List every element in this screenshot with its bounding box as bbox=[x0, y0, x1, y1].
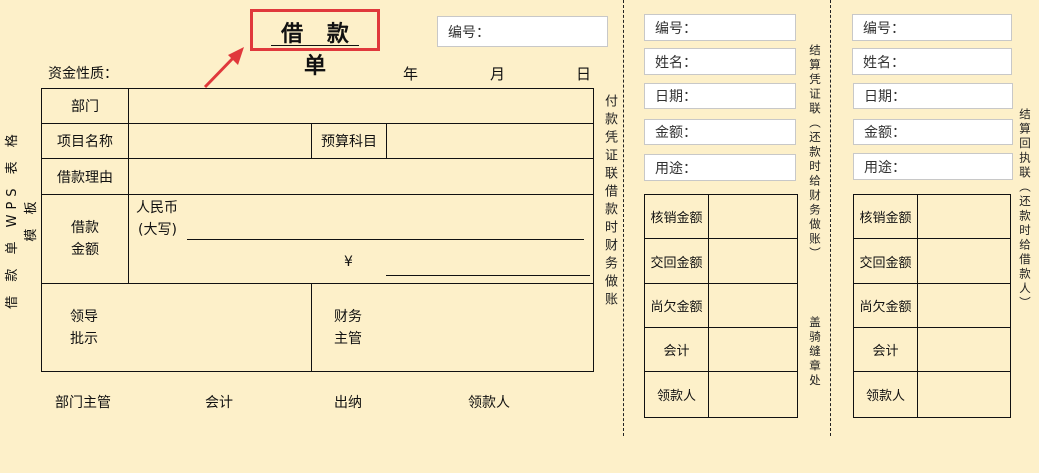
payment-stub-label: 付款凭证联借款时财务做账 bbox=[602, 94, 617, 310]
row-label: 领款人 bbox=[853, 371, 918, 418]
leader-approval-cell[interactable]: 领导 批示 bbox=[41, 283, 312, 372]
row-label: 交回金额 bbox=[853, 238, 918, 284]
title-underline bbox=[271, 45, 359, 46]
number-field[interactable]: 编号： bbox=[437, 16, 608, 47]
perforation-line-2 bbox=[830, 0, 831, 436]
department-input[interactable] bbox=[128, 88, 594, 124]
capital-line bbox=[187, 239, 584, 240]
budget-subject-label: 预算科目 bbox=[311, 123, 387, 159]
finance-label-2: 主管 bbox=[334, 330, 362, 347]
row-value[interactable] bbox=[708, 327, 798, 372]
field-label: 姓名： bbox=[655, 54, 697, 71]
finance-label-1: 财务 bbox=[334, 308, 362, 325]
amount-label-line2: 金额 bbox=[71, 242, 99, 258]
fund-nature-label: 资金性质： bbox=[48, 66, 118, 82]
yen-line bbox=[386, 275, 590, 276]
field-label: 金额： bbox=[655, 125, 697, 141]
field-label: 日期： bbox=[864, 89, 906, 105]
panel1-number-field[interactable]: 编号： bbox=[644, 14, 796, 41]
arrow-icon bbox=[203, 47, 244, 89]
month-label: 月 bbox=[490, 65, 506, 83]
year-label: 年 bbox=[403, 65, 419, 83]
panel1-purpose-field[interactable]: 用途： bbox=[644, 154, 796, 181]
row-label: 尚欠金额 bbox=[644, 283, 709, 328]
row-value[interactable] bbox=[708, 194, 798, 239]
panel2-purpose-field[interactable]: 用途： bbox=[853, 153, 1013, 180]
panel2-name-field[interactable]: 姓名： bbox=[852, 48, 1012, 75]
footer-recipient: 领款人 bbox=[468, 395, 510, 411]
row-label: 会计 bbox=[644, 327, 709, 372]
receipt-stub-label: 结算回执联（还款时给借款人） bbox=[1018, 108, 1032, 311]
amount-label: 借款 金额 bbox=[41, 194, 129, 284]
panel2-date-field[interactable]: 日期： bbox=[853, 83, 1013, 109]
capital-label: (大写) bbox=[138, 222, 177, 238]
row-value[interactable] bbox=[917, 194, 1011, 239]
leader-label-1: 领导 bbox=[70, 308, 98, 325]
field-label: 用途： bbox=[655, 160, 697, 177]
row-value[interactable] bbox=[917, 283, 1011, 328]
title-highlight: 借 款 单 bbox=[250, 9, 380, 79]
settle-stub-label: 结算凭证联（还款时给财务做账） bbox=[808, 44, 822, 262]
side-label: 借 款 单 WPS 表 格 模 板 bbox=[5, 129, 39, 309]
field-label: 日期： bbox=[655, 89, 697, 105]
department-label: 部门 bbox=[41, 88, 129, 124]
perforation-line-1 bbox=[623, 0, 624, 436]
row-value[interactable] bbox=[917, 371, 1011, 418]
row-value[interactable] bbox=[708, 238, 798, 284]
panel1-date-field[interactable]: 日期： bbox=[644, 83, 796, 109]
row-label: 核销金额 bbox=[644, 194, 709, 239]
footer-dept-head: 部门主管 bbox=[55, 395, 111, 411]
row-label: 核销金额 bbox=[853, 194, 918, 239]
field-label: 编号： bbox=[655, 20, 697, 37]
rmb-label: 人民币 bbox=[136, 200, 178, 216]
row-value[interactable] bbox=[917, 327, 1011, 372]
project-name-input[interactable] bbox=[128, 123, 312, 159]
day-label: 日 bbox=[576, 65, 592, 83]
row-value[interactable] bbox=[708, 283, 798, 328]
finance-head-cell[interactable]: 财务 主管 bbox=[311, 283, 594, 372]
panel1-amount-field[interactable]: 金额： bbox=[644, 119, 796, 145]
page-title: 借 款 单 bbox=[281, 22, 357, 79]
reason-input[interactable] bbox=[128, 158, 594, 195]
seal-note: 盖骑缝章处 bbox=[808, 316, 822, 389]
panel2-amount-field[interactable]: 金额： bbox=[853, 119, 1013, 145]
field-label: 用途： bbox=[864, 159, 906, 176]
field-label: 姓名： bbox=[863, 54, 905, 71]
budget-subject-input[interactable] bbox=[386, 123, 594, 159]
row-label: 领款人 bbox=[644, 371, 709, 418]
footer-cashier: 出纳 bbox=[334, 395, 362, 411]
row-label: 会计 bbox=[853, 327, 918, 372]
project-name-label: 项目名称 bbox=[41, 123, 129, 159]
row-value[interactable] bbox=[708, 371, 798, 418]
field-label: 金额： bbox=[864, 125, 906, 141]
leader-label-2: 批示 bbox=[70, 330, 98, 347]
panel1-name-field[interactable]: 姓名： bbox=[644, 48, 796, 75]
field-label: 编号： bbox=[863, 20, 905, 37]
number-label: 编号： bbox=[448, 24, 490, 41]
row-value[interactable] bbox=[917, 238, 1011, 284]
footer-accountant: 会计 bbox=[205, 395, 233, 411]
amount-label-line1: 借款 bbox=[71, 220, 99, 236]
row-label: 交回金额 bbox=[644, 238, 709, 284]
panel2-number-field[interactable]: 编号： bbox=[852, 14, 1012, 41]
reason-label: 借款理由 bbox=[41, 158, 129, 195]
row-label: 尚欠金额 bbox=[853, 283, 918, 328]
yen-label: ¥ bbox=[344, 254, 353, 270]
